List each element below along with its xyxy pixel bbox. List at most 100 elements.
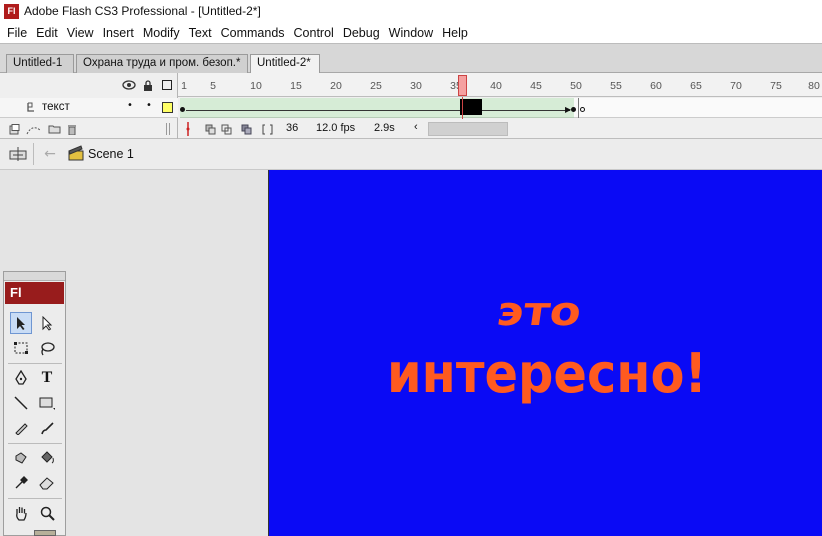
playhead-line	[462, 97, 463, 119]
start-keyframe[interactable]	[180, 107, 185, 112]
window-title: Adobe Flash CS3 Professional - [Untitled…	[24, 4, 261, 18]
eye-icon[interactable]	[122, 79, 136, 91]
lock-dot[interactable]: •	[146, 100, 152, 111]
current-frame: 36	[286, 122, 299, 134]
magnifier-icon	[40, 506, 55, 521]
layer-name: текст	[42, 101, 70, 113]
hand-tool[interactable]	[10, 502, 32, 524]
subselection-tool[interactable]	[36, 312, 58, 334]
menu-modify[interactable]: Modify	[139, 26, 184, 40]
lasso-tool[interactable]	[36, 337, 58, 359]
title-bar: Fl Adobe Flash CS3 Professional - [Untit…	[0, 0, 822, 22]
stroke-color-swatch[interactable]	[34, 530, 56, 536]
rectangle-tool[interactable]	[36, 392, 58, 414]
menu-control[interactable]: Control	[290, 26, 338, 40]
menu-bar: File Edit View Insert Modify Text Comman…	[0, 22, 822, 43]
panel-grip[interactable]	[4, 272, 65, 281]
ruler-label: 40	[490, 80, 502, 92]
end-keyframe[interactable]	[571, 107, 576, 112]
stage-text-line1: это	[494, 289, 584, 335]
tools-header: Fl	[5, 282, 64, 304]
line-icon	[14, 396, 28, 410]
brush-tool[interactable]	[36, 417, 58, 439]
visibility-dot[interactable]: •	[127, 100, 133, 111]
menu-window[interactable]: Window	[385, 26, 437, 40]
ink-bottle-tool[interactable]	[10, 447, 32, 469]
menu-text[interactable]: Text	[185, 26, 216, 40]
pen-icon	[15, 370, 27, 385]
ruler-label: 5	[210, 80, 216, 92]
outline-icon[interactable]	[161, 79, 173, 91]
layer-name-cell[interactable]: текст • •	[0, 98, 178, 118]
layer-row[interactable]: текст • • ▶	[0, 98, 822, 118]
timeline-toggle-icon[interactable]	[8, 145, 28, 163]
blank-keyframe[interactable]	[580, 107, 585, 112]
tool-divider	[8, 443, 62, 444]
tab-untitled-2[interactable]: Untitled-2*	[250, 54, 320, 74]
menu-edit[interactable]: Edit	[32, 26, 62, 40]
frame-end-marker	[578, 98, 579, 118]
document-tabs: Untitled-1 Охрана труда и пром. безоп.* …	[0, 43, 822, 74]
ruler-label: 20	[330, 80, 342, 92]
scene-name[interactable]: Scene 1	[88, 147, 134, 161]
ink-bottle-icon	[15, 452, 27, 464]
tool-divider	[8, 498, 62, 499]
line-tool[interactable]	[10, 392, 32, 414]
timeline-footer: 36 12.0 fps 2.9s ‹	[0, 119, 822, 139]
hand-icon	[16, 507, 27, 521]
ruler-label: 15	[290, 80, 302, 92]
ruler-label: 60	[650, 80, 662, 92]
frame-span[interactable]	[180, 98, 574, 118]
stage-text-line2: интересно!	[387, 342, 707, 405]
edit-multiple-frames-icon[interactable]	[240, 123, 252, 135]
elapsed-time: 2.9s	[374, 122, 395, 134]
menu-debug[interactable]: Debug	[339, 26, 384, 40]
pencil-tool[interactable]	[10, 417, 32, 439]
ruler-label: 1	[181, 80, 187, 92]
onion-skin-icon[interactable]	[204, 123, 216, 135]
eraser-icon	[39, 477, 54, 490]
timeline-scrollbar[interactable]	[428, 122, 508, 136]
menu-insert[interactable]: Insert	[99, 26, 138, 40]
stroke-color-icon[interactable]	[14, 531, 28, 536]
frame-rate[interactable]: 12.0 fps	[316, 122, 355, 134]
zoom-tool[interactable]	[36, 502, 58, 524]
tween-arrow	[186, 110, 570, 111]
lock-icon[interactable]	[142, 79, 154, 91]
menu-file[interactable]: File	[3, 26, 31, 40]
brush-icon	[41, 422, 54, 435]
selection-tool[interactable]	[10, 312, 32, 334]
stage[interactable]: это интересно!	[268, 170, 822, 536]
tab-untitled-1[interactable]: Untitled-1	[6, 54, 74, 73]
text-tool-icon: T	[41, 369, 53, 386]
ruler-label: 80	[808, 80, 820, 92]
paint-bucket-tool[interactable]	[36, 447, 58, 469]
tab-safety-doc[interactable]: Охрана труда и пром. безоп.*	[76, 54, 248, 73]
edit-bar: ← Scene 1	[0, 139, 822, 170]
menu-view[interactable]: View	[63, 26, 98, 40]
eyedropper-tool[interactable]	[10, 472, 32, 494]
onion-outline-icon[interactable]	[220, 123, 232, 135]
selected-frames[interactable]	[460, 99, 482, 115]
menu-help[interactable]: Help	[438, 26, 472, 40]
free-transform-tool[interactable]	[10, 337, 32, 359]
playhead[interactable]	[458, 75, 467, 96]
menu-commands[interactable]: Commands	[217, 26, 289, 40]
ruler-label: 45	[530, 80, 542, 92]
ruler-label: 30	[410, 80, 422, 92]
ruler-label: 10	[250, 80, 262, 92]
empty-frames[interactable]	[574, 98, 822, 118]
eyedropper-icon	[15, 476, 28, 489]
scroll-left-arrow-icon[interactable]: ‹	[414, 121, 418, 133]
selection-arrow-icon	[17, 316, 25, 330]
back-arrow-icon[interactable]: ←	[42, 146, 58, 162]
ruler-label: 70	[730, 80, 742, 92]
layer-color-swatch[interactable]	[162, 102, 173, 113]
center-frame-icon[interactable]	[186, 122, 190, 136]
ruler-label: 50	[570, 80, 582, 92]
modify-onion-markers-icon[interactable]	[261, 123, 273, 135]
frame-ruler: 1 5 10 15 20 25 30 35 40 45 50 55 60 65 …	[178, 73, 822, 97]
eraser-tool[interactable]	[36, 472, 58, 494]
text-tool[interactable]: T	[36, 367, 58, 389]
pen-tool[interactable]	[10, 367, 32, 389]
